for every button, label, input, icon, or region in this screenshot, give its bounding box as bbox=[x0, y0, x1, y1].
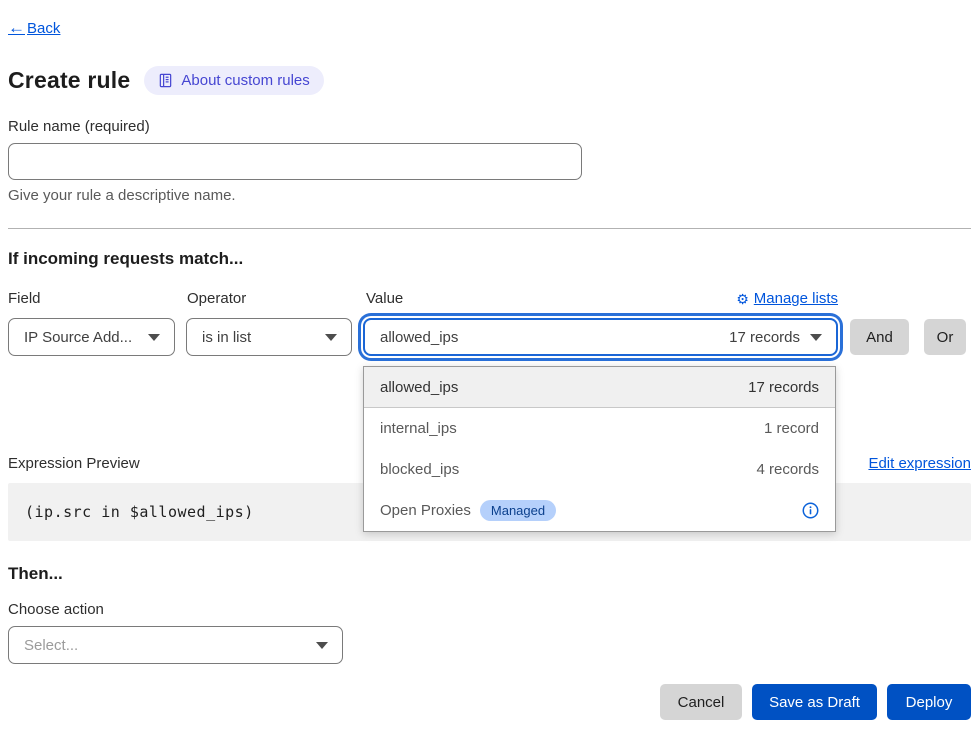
value-label: Value bbox=[366, 290, 403, 307]
and-button[interactable]: And bbox=[850, 319, 909, 355]
then-section-heading: Then... bbox=[8, 564, 63, 584]
list-item-name: internal_ips bbox=[380, 420, 457, 437]
operator-label: Operator bbox=[187, 290, 246, 307]
deploy-button[interactable]: Deploy bbox=[887, 684, 971, 720]
title-row: Create rule About custom rules bbox=[8, 66, 324, 95]
back-link[interactable]: ←Back bbox=[8, 18, 60, 38]
list-item-open-proxies[interactable]: Open Proxies Managed bbox=[364, 490, 835, 531]
expression-code: (ip.src in $allowed_ips) bbox=[8, 503, 254, 521]
list-item-allowed-ips[interactable]: allowed_ips 17 records bbox=[364, 367, 835, 408]
list-item-internal-ips[interactable]: internal_ips 1 record bbox=[364, 408, 835, 449]
list-item-name: blocked_ips bbox=[380, 461, 459, 478]
managed-badge: Managed bbox=[480, 500, 556, 521]
edit-expression-link[interactable]: Edit expression bbox=[868, 455, 971, 472]
book-icon bbox=[158, 73, 173, 88]
rule-name-label: Rule name (required) bbox=[8, 118, 150, 135]
match-section-heading: If incoming requests match... bbox=[8, 249, 243, 269]
back-arrow-icon: ← bbox=[8, 18, 25, 38]
list-item-name: allowed_ips bbox=[380, 379, 458, 396]
chevron-down-icon bbox=[325, 334, 337, 341]
value-select-records: 17 records bbox=[729, 329, 800, 346]
manage-lists-label: Manage lists bbox=[754, 290, 838, 307]
expression-preview-label: Expression Preview bbox=[8, 455, 140, 472]
or-button[interactable]: Or bbox=[924, 319, 966, 355]
choose-action-label: Choose action bbox=[8, 601, 104, 618]
gear-icon: ⚙ bbox=[736, 292, 749, 306]
value-dropdown-list: allowed_ips 17 records internal_ips 1 re… bbox=[363, 366, 836, 532]
operator-select[interactable]: is in list bbox=[186, 318, 352, 356]
action-select-placeholder: Select... bbox=[24, 637, 78, 654]
rule-name-input[interactable] bbox=[8, 143, 582, 180]
page-title: Create rule bbox=[8, 67, 130, 94]
cancel-button[interactable]: Cancel bbox=[660, 684, 742, 720]
list-item-blocked-ips[interactable]: blocked_ips 4 records bbox=[364, 449, 835, 490]
list-item-name: Open Proxies bbox=[380, 502, 471, 519]
chevron-down-icon bbox=[810, 334, 822, 341]
chevron-down-icon bbox=[148, 334, 160, 341]
value-select-name: allowed_ips bbox=[380, 329, 458, 346]
list-item-records: 4 records bbox=[756, 461, 819, 478]
operator-select-value: is in list bbox=[202, 329, 251, 346]
info-icon[interactable] bbox=[802, 502, 819, 519]
create-rule-page: ←Back Create rule About custom rules Rul… bbox=[0, 0, 979, 739]
back-link-label: Back bbox=[27, 20, 60, 37]
value-select[interactable]: allowed_ips 17 records bbox=[363, 318, 838, 356]
list-item-records: 17 records bbox=[748, 379, 819, 396]
field-select-value: IP Source Add... bbox=[24, 329, 132, 346]
rule-name-helper-text: Give your rule a descriptive name. bbox=[8, 187, 236, 204]
about-badge-label: About custom rules bbox=[181, 72, 309, 89]
manage-lists-link[interactable]: ⚙ Manage lists bbox=[736, 290, 838, 307]
list-item-records: 1 record bbox=[764, 420, 819, 437]
chevron-down-icon bbox=[316, 642, 328, 649]
about-custom-rules-badge[interactable]: About custom rules bbox=[144, 66, 323, 95]
section-divider bbox=[8, 228, 971, 229]
field-select[interactable]: IP Source Add... bbox=[8, 318, 175, 356]
action-select[interactable]: Select... bbox=[8, 626, 343, 664]
field-label: Field bbox=[8, 290, 41, 307]
save-as-draft-button[interactable]: Save as Draft bbox=[752, 684, 877, 720]
